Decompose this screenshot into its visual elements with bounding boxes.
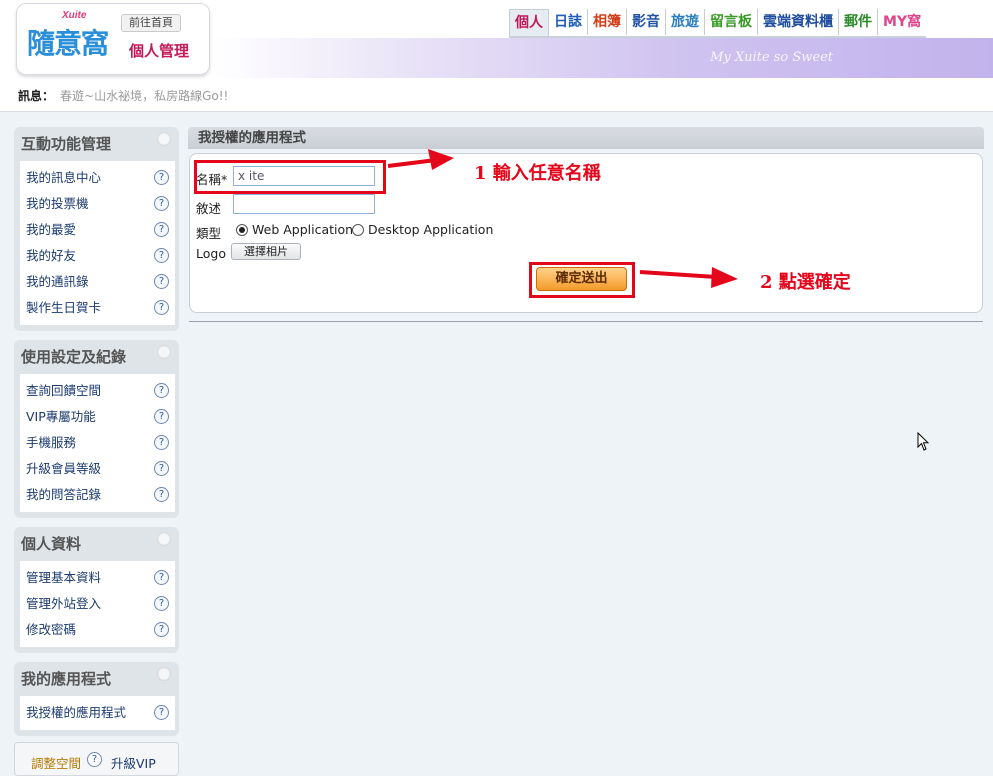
annotation-arrows — [387, 149, 738, 288]
annotation-step1: 1 輸入任意名稱 — [474, 163, 601, 184]
annotation-step2: 2 點選確定 — [760, 272, 851, 293]
mouse-cursor-icon — [917, 432, 930, 451]
arrow-step2-icon — [639, 267, 738, 288]
arrow-step1-icon — [387, 149, 454, 170]
